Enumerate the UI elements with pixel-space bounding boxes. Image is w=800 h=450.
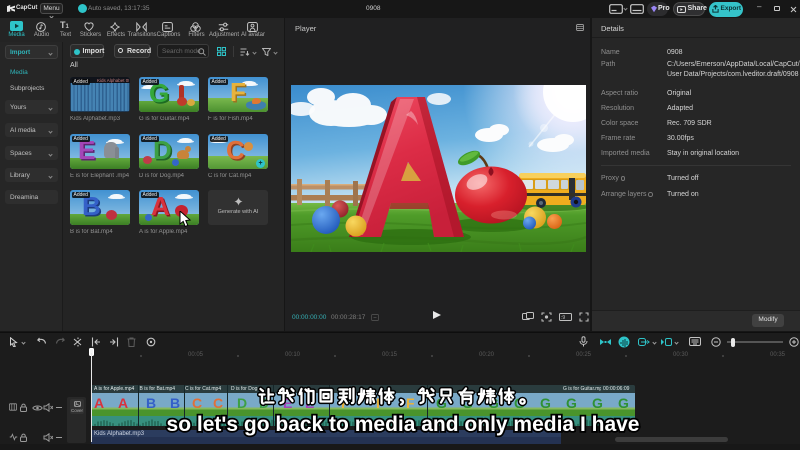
- svg-text::9: :9: [561, 315, 565, 321]
